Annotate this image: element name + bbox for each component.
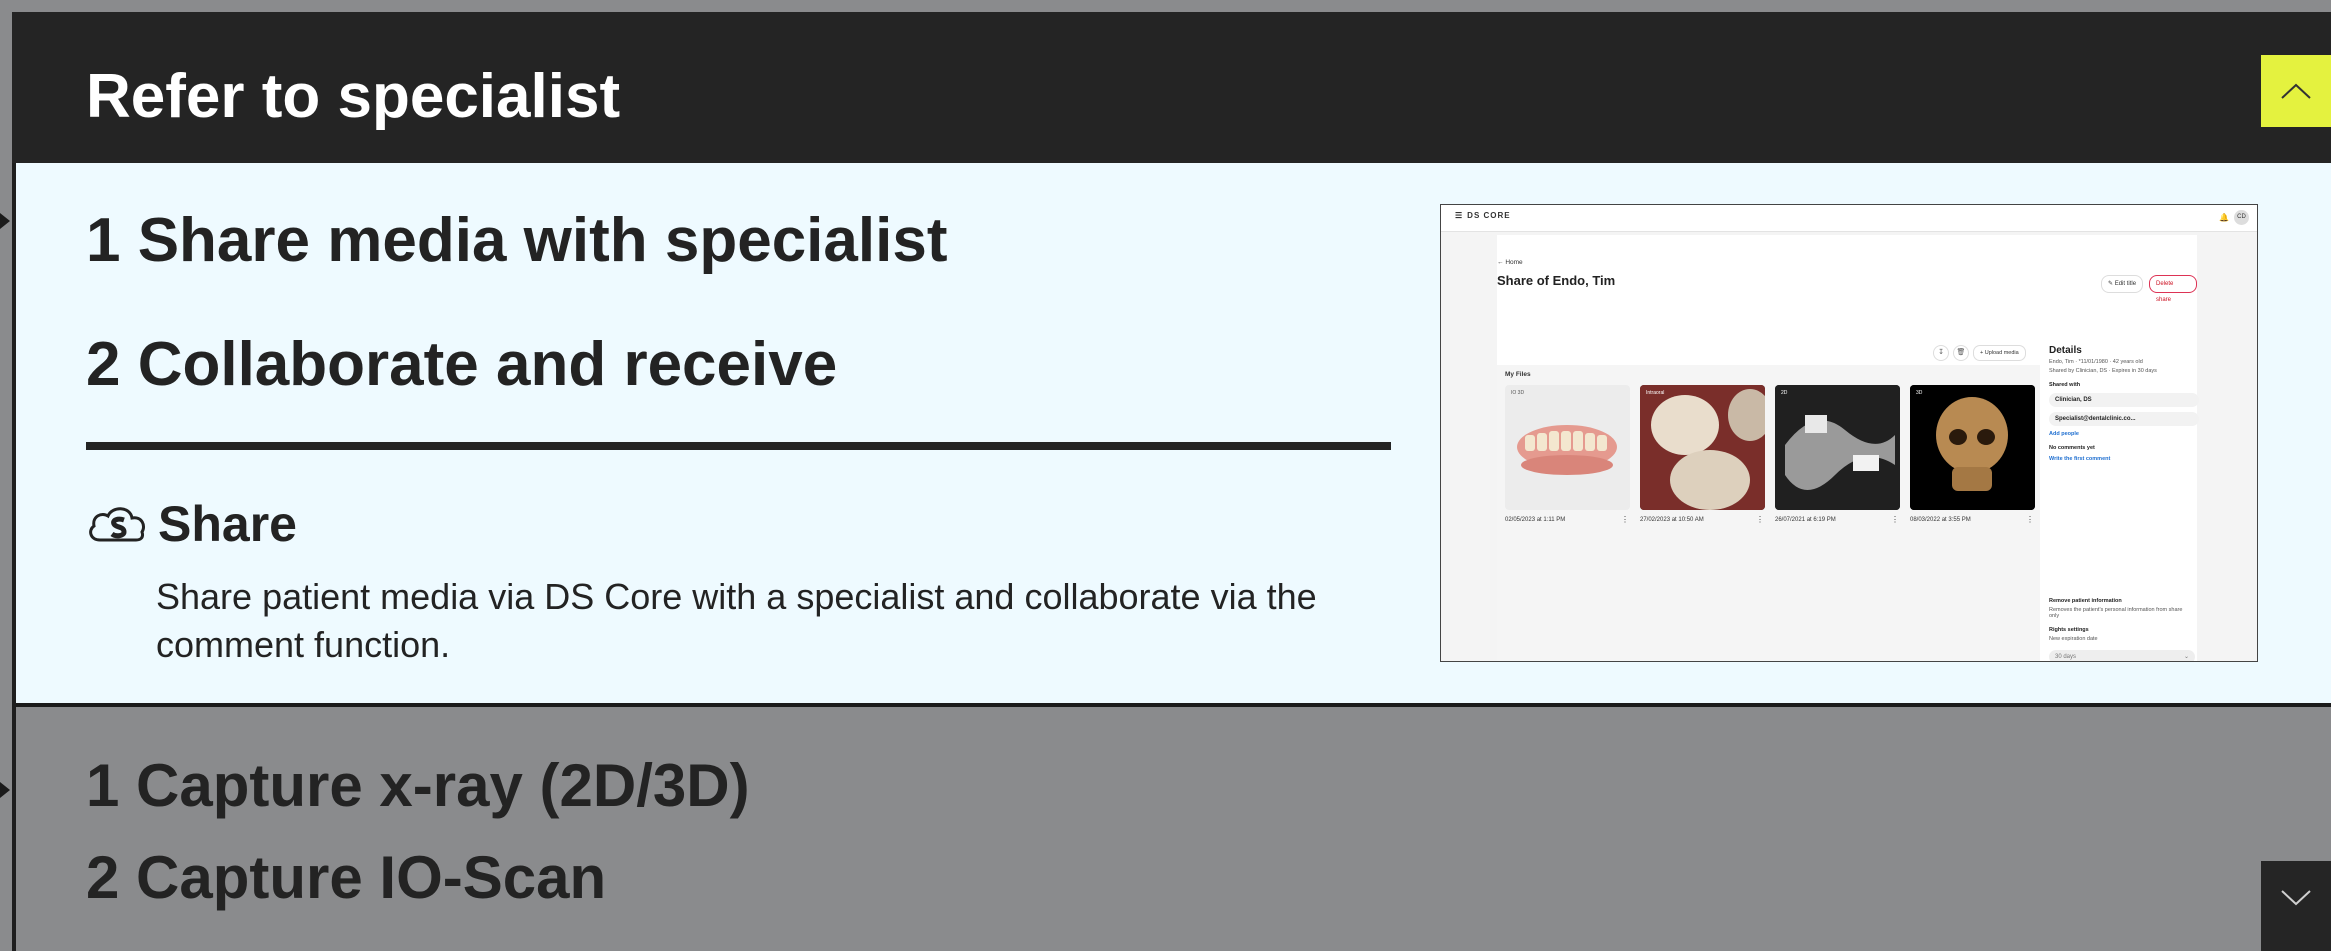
app-topbar: ☰ DS CORE 🔔 CD [1441,205,2257,232]
shared-person: Specialist@dentalclinic.co... [2049,412,2199,426]
app-brand: ☰ DS CORE [1455,211,1511,220]
expand-button[interactable] [2261,861,2331,951]
teeth-model-image [1517,425,1617,475]
patient-info-settings: Remove patient information Removes the p… [2049,590,2194,642]
expiration-label: New expiration date [2049,636,2098,642]
shared-person: Clinician, DS [2049,393,2199,407]
upload-media-button: + Upload media [1973,345,2026,361]
file-thumb-3d-model: IO 3D [1505,385,1630,510]
file-thumb-intraoral: Intraoral [1640,385,1765,510]
files-label: My Files [1505,371,1531,378]
shared-with-label: Shared with [2049,382,2081,388]
edit-title-label: Edit title [2114,281,2137,287]
app-title: Share of Endo, Tim [1497,273,1616,288]
remove-info-desc: Removes the patient's personal informati… [2049,607,2183,619]
step-capture-xray[interactable]: 1 Capture x-ray (2D/3D) [86,751,750,820]
chevron-up-icon [2281,83,2311,99]
xray-image [1775,385,1900,510]
trash-icon: 🗑 [1953,345,1969,361]
chevron-down-icon: ⌄ [2183,654,2189,660]
accordion-header[interactable]: Refer to specialist [12,12,2331,163]
more-vertical-icon: ⋮ [1756,515,1764,524]
expiration-value: 30 days [2055,654,2077,660]
file-date: 26/07/2021 at 6:19 PM [1775,517,1836,523]
add-people-link: Add people [2049,431,2079,437]
skull-render [1910,385,2035,510]
bell-icon: 🔔 [2219,213,2229,222]
file-badge: 3D [1916,390,1923,396]
chevron-down-icon [2281,890,2311,906]
share-heading: Share [86,495,297,553]
upload-label: Upload media [1984,350,2019,356]
back-label: Home [1505,259,1523,266]
intraoral-photo [1640,385,1765,510]
menu-icon: ☰ [1455,211,1464,220]
more-vertical-icon: ⋮ [2026,515,2034,524]
no-comments: No comments yet [2049,445,2095,451]
rights-settings-label: Rights settings [2049,627,2089,633]
file-badge: Intraoral [1646,390,1665,396]
file-badge: IO 3D [1511,390,1525,396]
back-link: ← Home [1497,259,1523,266]
remove-info-label: Remove patient information [2049,598,2122,604]
file-badge: 2D [1781,390,1788,396]
share-title: Share [158,496,297,552]
file-date: 27/02/2023 at 10:50 AM [1640,517,1704,523]
file-date: 02/05/2023 at 1:11 PM [1505,517,1566,523]
divider [86,442,1391,450]
write-comment-link: Write the first comment [2049,456,2111,462]
page-frame-left [0,0,12,951]
share-description: Share patient media via DS Core with a s… [156,576,1317,665]
more-vertical-icon: ⋮ [1891,515,1899,524]
step-collaborate[interactable]: 2 Collaborate and receive [86,329,837,400]
file-thumb-ct-3d: 3D [1910,385,2035,510]
page-frame-top [0,0,2331,12]
app-page: ← Home Share of Endo, Tim ✎ Edit title D… [1497,235,2199,661]
file-thumb-xray-2d: 2D [1775,385,1900,510]
step-share-media[interactable]: 1 Share media with specialist [86,205,947,276]
more-vertical-icon: ⋮ [1621,515,1629,524]
edit-title-button: ✎ Edit title [2101,275,2144,293]
details-panel: Details Endo, Tim · *11/01/1980 · 42 yea… [2049,345,2199,661]
expiration-select: 30 days ⌄ [2049,650,2195,661]
ds-core-cloud-icon [89,507,146,542]
patient-info: Endo, Tim · *11/01/1980 · 42 years old [2049,359,2143,365]
collapse-button[interactable] [2261,55,2331,127]
file-date: 08/03/2022 at 3:55 PM [1910,517,1971,523]
download-icon: ↧ [1933,345,1949,361]
shared-by: Shared by Clinician, DS · Expires in 30 … [2049,368,2157,374]
avatar: CD [2234,210,2249,225]
files-panel: My Files IO 3D Intraoral 2D 3D 02/05/202… [1497,365,2040,661]
details-heading: Details [2049,345,2082,356]
delete-share-button: Delete share [2149,275,2197,303]
step-marker [0,782,10,798]
section-title: Refer to specialist [86,62,621,131]
step-capture-io-scan[interactable]: 2 Capture IO-Scan [86,843,606,912]
ds-core-screenshot: ☰ DS CORE 🔔 CD ← Home Share of Endo, Tim… [1440,204,2258,662]
active-panel: 1 Share media with specialist 2 Collabor… [16,163,2331,707]
brand-label: DS CORE [1467,211,1511,220]
step-marker [0,213,10,229]
